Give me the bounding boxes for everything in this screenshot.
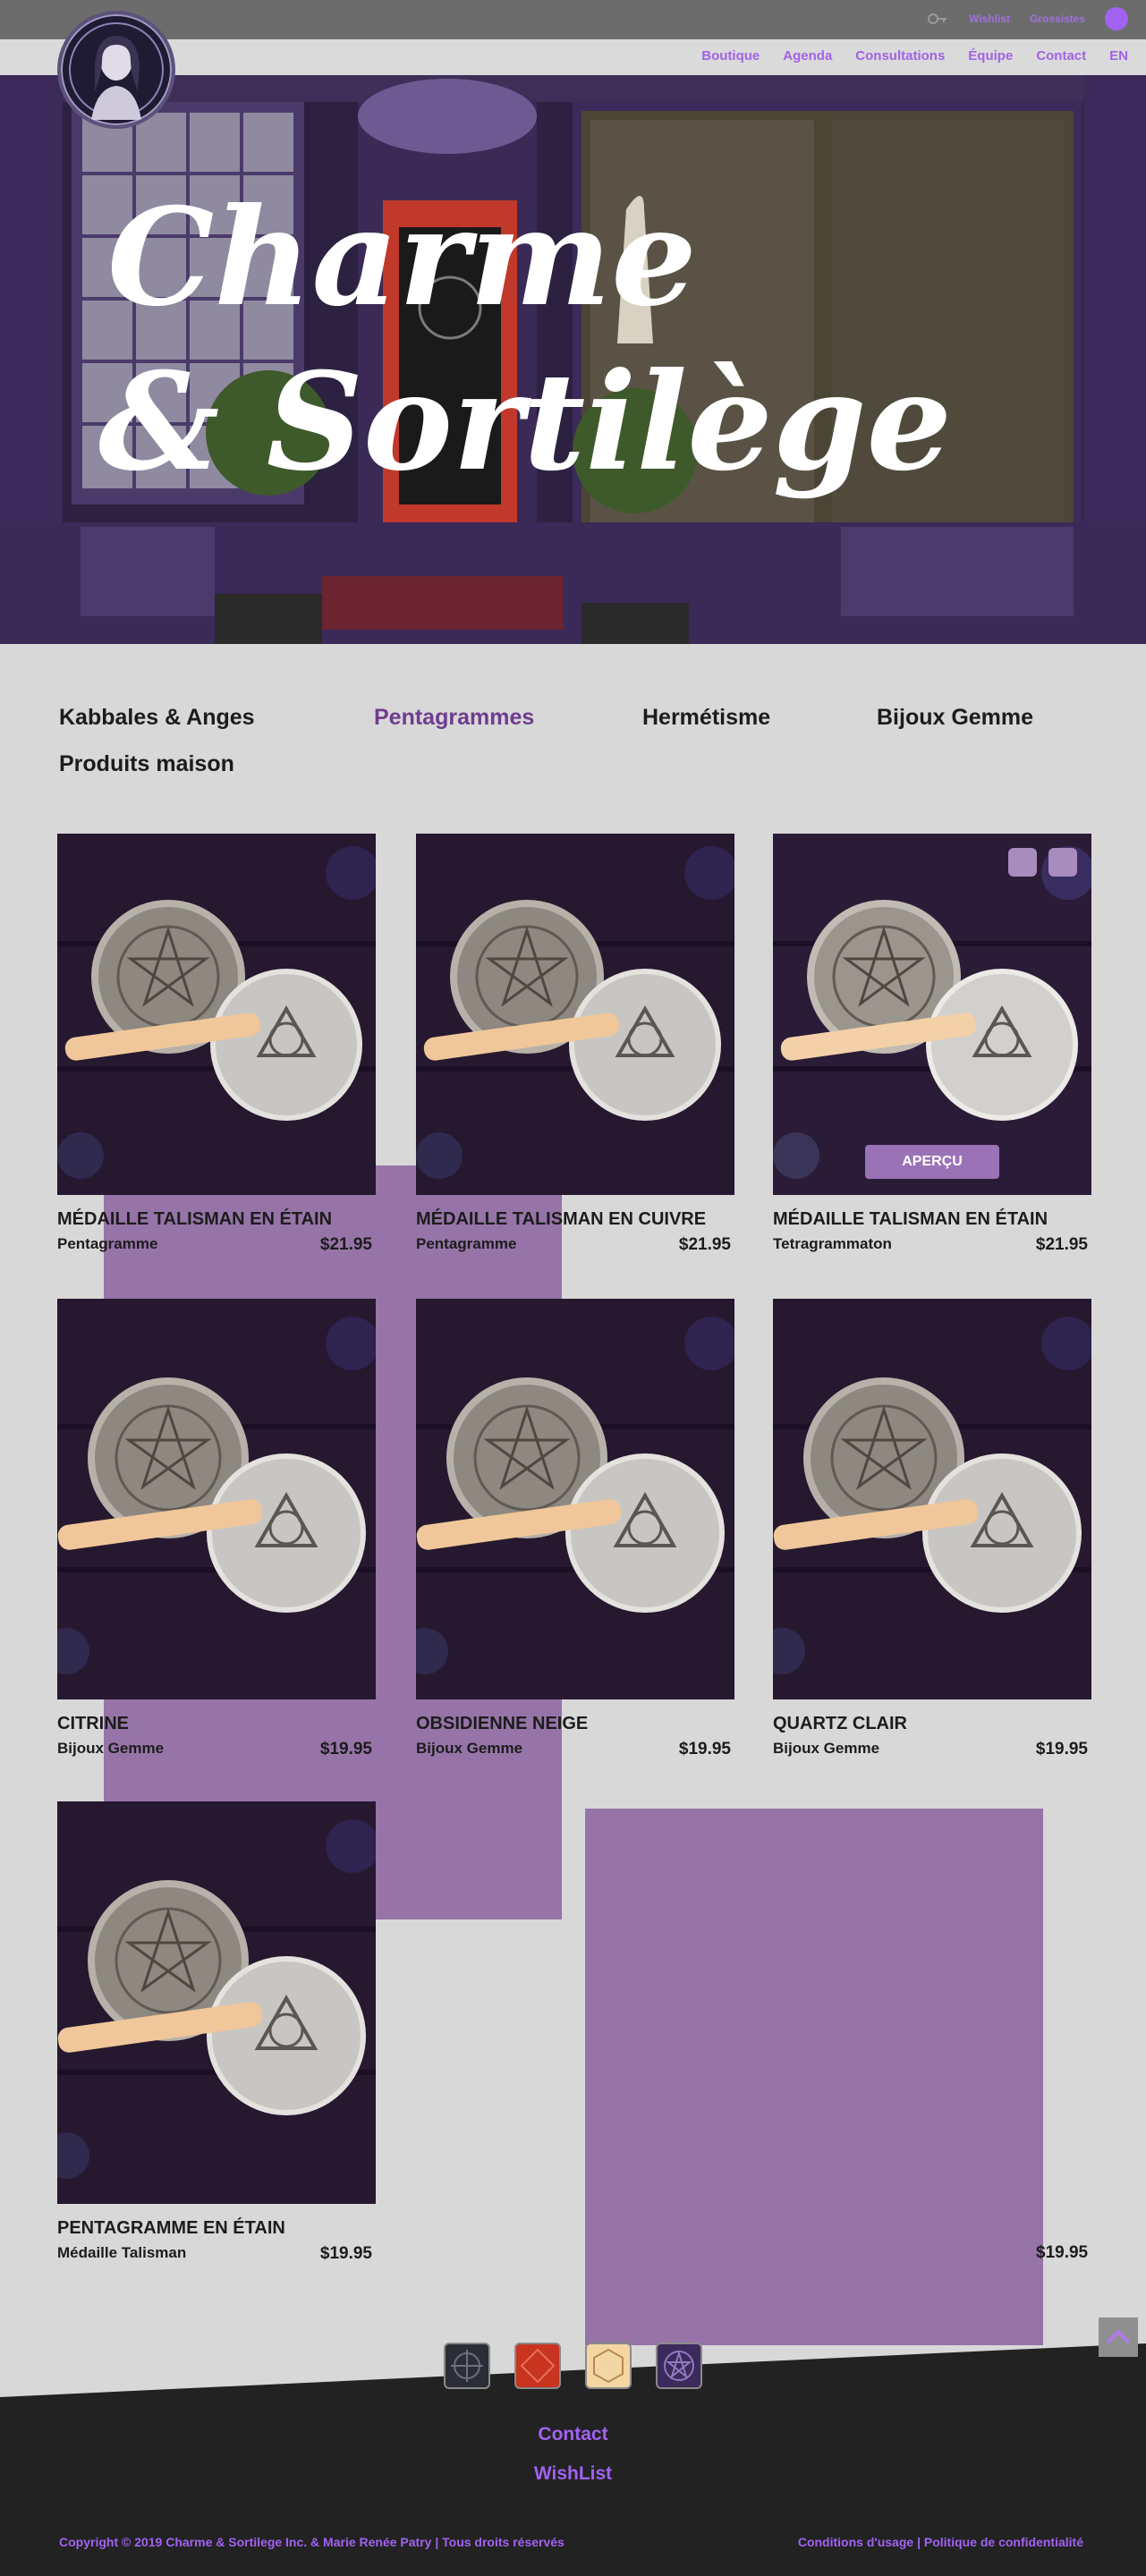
product-subtitle: Tetragrammaton xyxy=(773,1235,892,1252)
nav-consultations[interactable]: Consultations xyxy=(855,48,945,64)
logo-portrait-icon xyxy=(63,16,170,123)
nav-language[interactable]: EN xyxy=(1109,48,1128,64)
circle-cross-icon xyxy=(451,2350,483,2382)
product-image[interactable] xyxy=(773,1299,1091,1699)
product-title[interactable]: Médaille Talisman en Étain xyxy=(57,1209,376,1230)
chevron-up-icon xyxy=(1106,2329,1131,2344)
category-produits-maison[interactable]: Produits maison xyxy=(59,751,234,777)
footer-links: Contact WishList xyxy=(0,2424,1146,2503)
wishlist-toggle-button[interactable] xyxy=(1008,848,1037,877)
product-card[interactable]: APERÇU Médaille Talisman en Étain Tetrag… xyxy=(773,834,1091,1255)
product-card[interactable]: Quartz Clair Bijoux Gemme $19.95 xyxy=(773,1299,1091,1759)
social-icon-2[interactable] xyxy=(514,2343,561,2389)
product-card[interactable]: Obsidienne Neige Bijoux Gemme $19.95 xyxy=(416,1299,734,1759)
medallion-image xyxy=(416,834,734,1195)
product-card[interactable]: Médaille Talisman en Cuivre Pentagramme … xyxy=(416,834,734,1255)
category-pentagrammes[interactable]: Pentagrammes xyxy=(374,705,534,731)
product-price: $21.95 xyxy=(319,1235,372,1254)
grossistes-link[interactable]: Grossistes xyxy=(1030,13,1085,25)
hexagon-icon xyxy=(593,2348,624,2384)
nav-boutique[interactable]: Boutique xyxy=(701,48,760,64)
product-price: $19.95 xyxy=(678,1740,731,1758)
product-image[interactable] xyxy=(57,834,376,1195)
legal-links[interactable]: Conditions d'usage | Politique de confid… xyxy=(798,2535,1083,2549)
medallion-image xyxy=(57,1299,376,1699)
product-subtitle: Pentagramme xyxy=(57,1235,158,1252)
product-subtitle: Pentagramme xyxy=(416,1235,517,1252)
social-icon-3[interactable] xyxy=(585,2343,632,2389)
product-subtitle: Bijoux Gemme xyxy=(416,1740,523,1757)
product-image[interactable] xyxy=(57,1299,376,1699)
medallion-image xyxy=(773,1299,1091,1699)
product-price: $19.95 xyxy=(1035,1740,1088,1758)
decorative-block xyxy=(585,1809,1043,2345)
product-subtitle: Bijoux Gemme xyxy=(773,1740,880,1757)
utility-bar: Wishlist Grossistes xyxy=(0,0,1146,39)
account-icon[interactable] xyxy=(1105,7,1128,30)
product-price: $21.95 xyxy=(678,1235,731,1254)
wishlist-link[interactable]: Wishlist xyxy=(969,13,1010,25)
star-circle-icon xyxy=(664,2350,694,2381)
medallion-image xyxy=(57,834,376,1195)
logo[interactable] xyxy=(57,11,175,129)
preview-button[interactable]: APERÇU xyxy=(865,1145,999,1179)
nav-agenda[interactable]: Agenda xyxy=(783,48,832,64)
category-bijoux-gemme[interactable]: Bijoux Gemme xyxy=(877,705,1033,731)
product-subtitle: Bijoux Gemme xyxy=(57,1740,165,1757)
medallion-image xyxy=(57,1801,376,2204)
hero-title-line2: & Sortilège xyxy=(98,343,952,501)
product-subtitle: Médaille Talisman xyxy=(57,2244,187,2261)
scroll-to-top-button[interactable] xyxy=(1099,2318,1138,2357)
product-card[interactable]: Médaille Talisman en Étain Pentagramme $… xyxy=(57,834,376,1255)
key-icon[interactable] xyxy=(926,7,949,30)
social-icon-1[interactable] xyxy=(444,2343,490,2389)
product-title[interactable]: Médaille Talisman en Cuivre xyxy=(416,1209,734,1230)
product-image[interactable] xyxy=(57,1801,376,2204)
product-title[interactable]: Citrine xyxy=(57,1714,376,1734)
product-title[interactable]: Médaille Talisman en Étain xyxy=(773,1209,1091,1230)
product-image[interactable] xyxy=(416,834,734,1195)
storefront-image: Charme & Sortilège xyxy=(0,75,1146,644)
product-price: $19.95 xyxy=(319,2244,372,2263)
product-title[interactable]: Obsidienne Neige xyxy=(416,1714,734,1734)
category-hermetisme[interactable]: Hermétisme xyxy=(642,705,770,731)
product-card[interactable]: Citrine Bijoux Gemme $19.95 xyxy=(57,1299,376,1759)
product-title[interactable]: Quartz Clair xyxy=(773,1714,1091,1734)
product-title[interactable]: Pentagramme en Étain xyxy=(57,2218,376,2239)
copyright-text: Copyright © 2019 Charme & Sortilege Inc.… xyxy=(59,2535,565,2549)
product-card[interactable]: Pentagramme en Étain Médaille Talisman $… xyxy=(57,1801,376,2264)
nav-contact[interactable]: Contact xyxy=(1036,48,1086,64)
medallion-image xyxy=(773,834,1091,1195)
footer-wishlist-link[interactable]: WishList xyxy=(0,2463,1146,2485)
nav-equipe[interactable]: Équipe xyxy=(968,48,1013,64)
product-price: $21.95 xyxy=(1035,1235,1088,1254)
medallion-image xyxy=(416,1299,734,1699)
social-icon-4[interactable] xyxy=(656,2343,702,2389)
product-image[interactable] xyxy=(416,1299,734,1699)
product-price: $19.95 xyxy=(1036,2243,1089,2262)
compare-toggle-button[interactable] xyxy=(1048,848,1077,877)
diamond-icon xyxy=(520,2348,556,2384)
footer-contact-link[interactable]: Contact xyxy=(0,2424,1146,2445)
product-image[interactable]: APERÇU xyxy=(773,834,1091,1195)
product-price: $19.95 xyxy=(319,1740,372,1758)
hero-title-line1: Charme xyxy=(107,179,697,336)
hero-banner: Charme & Sortilège xyxy=(0,75,1146,644)
category-kabbales-anges[interactable]: Kabbales & Anges xyxy=(59,705,255,731)
